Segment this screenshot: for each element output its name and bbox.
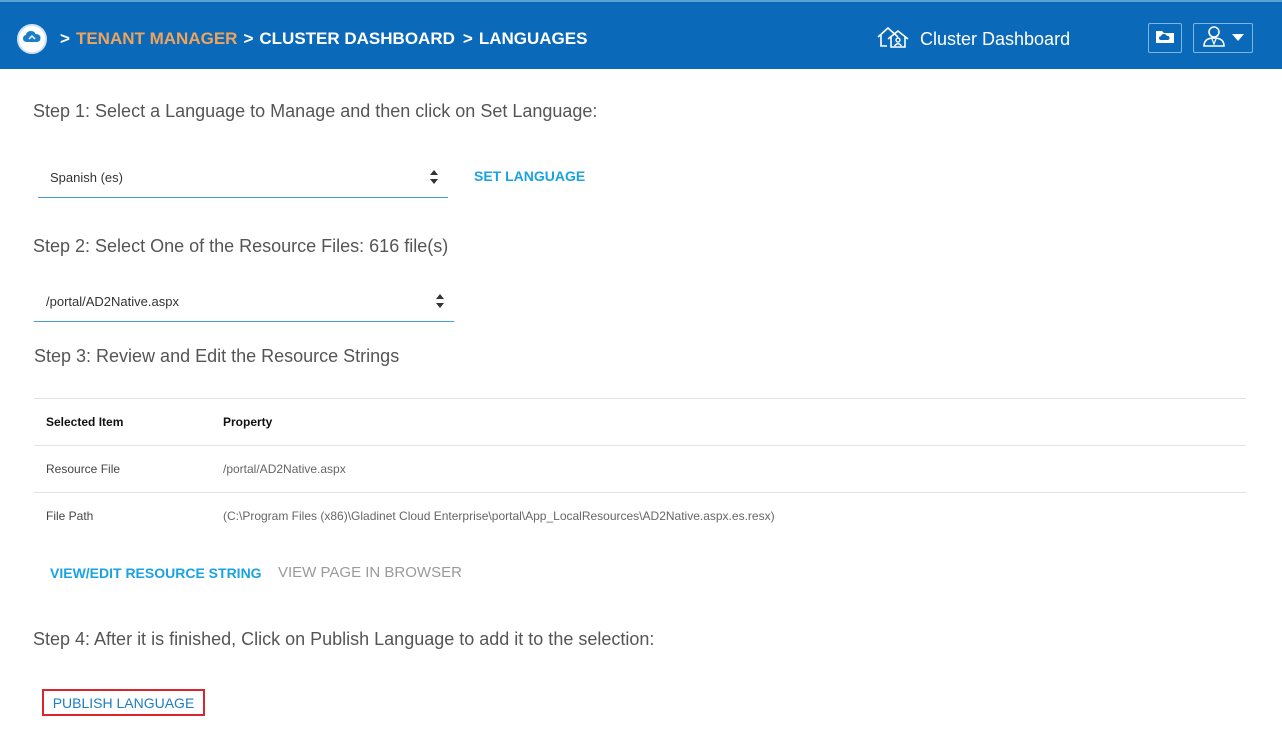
resource-file-select-value: /portal/AD2Native.aspx — [46, 294, 179, 309]
step3-instruction: Step 3: Review and Edit the Resource Str… — [34, 346, 400, 366]
column-header-selected-item: Selected Item — [34, 398, 211, 446]
breadcrumb-cluster-dashboard[interactable]: CLUSTER DASHBOARD — [259, 29, 455, 49]
publish-language-button[interactable]: PUBLISH LANGUAGE — [42, 689, 205, 716]
table-row: File Path (C:\Program Files (x86)\Gladin… — [34, 492, 1246, 540]
column-header-property: Property — [211, 398, 1246, 446]
table-row: Resource File /portal/AD2Native.aspx — [34, 445, 1246, 493]
user-icon — [1202, 25, 1226, 52]
sort-arrows-icon — [430, 170, 438, 184]
cloud-storage-button[interactable] — [1148, 23, 1182, 53]
app-logo[interactable] — [17, 24, 47, 54]
breadcrumb-separator: > — [243, 29, 254, 48]
table-header-row: Selected Item Property — [34, 398, 1246, 446]
view-edit-resource-string-button[interactable]: VIEW/EDIT RESOURCE STRING — [50, 565, 262, 581]
table-cell-label: File Path — [34, 492, 211, 540]
table-cell-value: /portal/AD2Native.aspx — [211, 445, 1246, 493]
cloud-logo-icon — [23, 30, 41, 49]
cluster-dashboard-label: Cluster Dashboard — [920, 28, 1071, 49]
table-cell-label: Resource File — [34, 445, 211, 493]
view-page-in-browser-button[interactable]: VIEW PAGE IN BROWSER — [278, 564, 462, 581]
set-language-button[interactable]: SET LANGUAGE — [474, 168, 585, 184]
language-select-value: Spanish (es) — [50, 170, 123, 185]
breadcrumb-separator: > — [60, 29, 70, 48]
user-menu-button[interactable] — [1193, 23, 1253, 53]
sort-arrows-icon — [436, 294, 444, 308]
step1-instruction: Step 1: Select a Language to Manage and … — [33, 101, 598, 121]
cloud-folder-icon — [1155, 28, 1175, 49]
houses-icon — [876, 25, 920, 54]
step2-instruction: Step 2: Select One of the Resource Files… — [33, 236, 449, 256]
top-header: > TENANT MANAGER > CLUSTER DASHBOARD > L… — [0, 0, 1282, 69]
resource-file-select[interactable]: /portal/AD2Native.aspx — [34, 282, 454, 322]
table-cell-value: (C:\Program Files (x86)\Gladinet Cloud E… — [211, 492, 1246, 540]
breadcrumb-tenant-manager[interactable]: TENANT MANAGER — [76, 29, 238, 49]
breadcrumb-separator: > — [462, 29, 473, 48]
breadcrumb-languages: LANGUAGES — [478, 29, 588, 48]
step4-instruction: Step 4: After it is finished, Click on P… — [33, 629, 655, 649]
language-select[interactable]: Spanish (es) — [38, 158, 448, 198]
caret-down-icon — [1232, 29, 1244, 47]
resource-table: Selected Item Property Resource File /po… — [34, 398, 1246, 540]
breadcrumb: > TENANT MANAGER > CLUSTER DASHBOARD > L… — [60, 28, 587, 50]
cluster-dashboard-link[interactable]: Cluster Dashboard — [876, 24, 1070, 54]
